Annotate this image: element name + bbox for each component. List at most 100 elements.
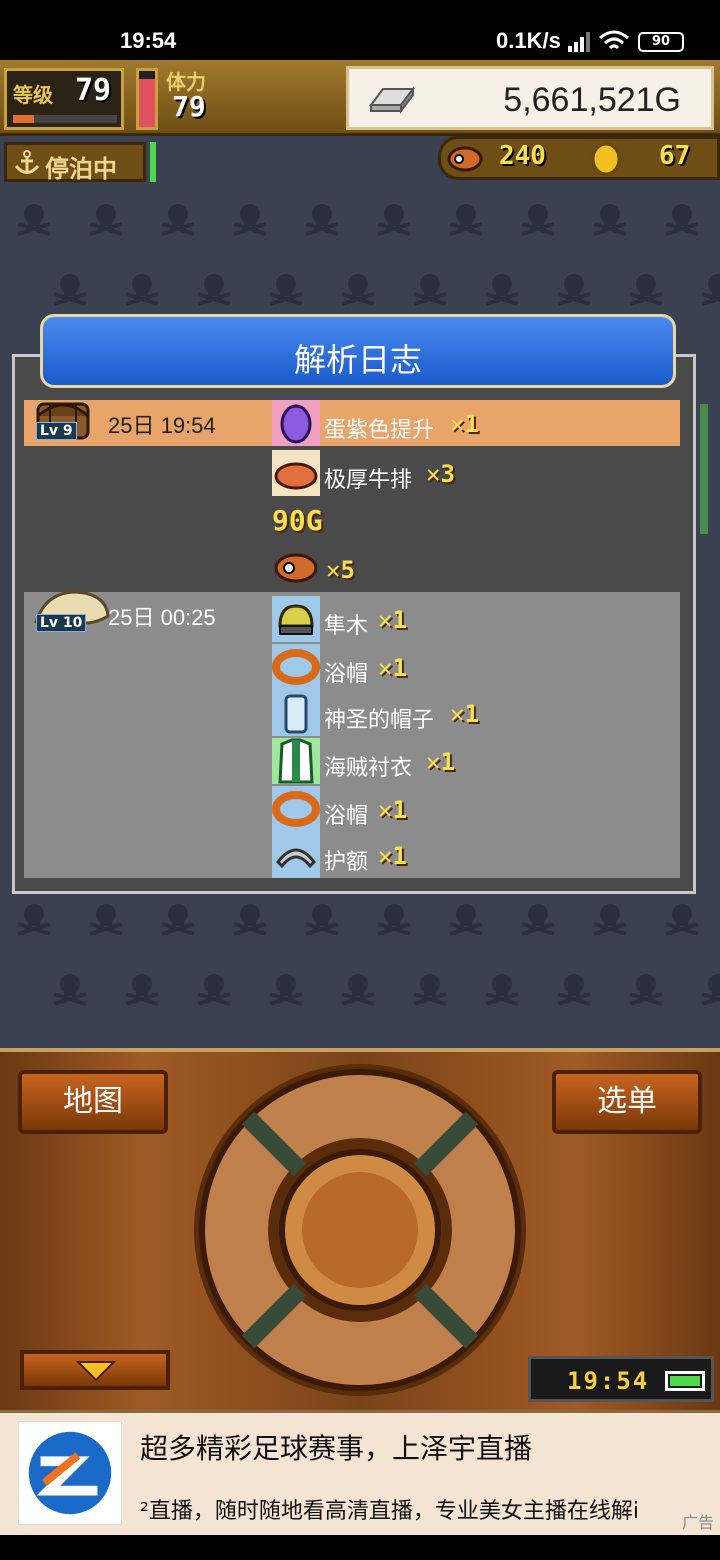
helmet-icon — [272, 596, 320, 642]
gold-reward: 90G — [272, 504, 323, 537]
status-time: 19:54 — [120, 28, 177, 53]
status-bar: 19:54 0.1K/s 90 — [0, 0, 720, 60]
entry-time: 25日 00:25 — [108, 605, 216, 630]
dpad-control[interactable] — [190, 1060, 530, 1400]
stamina-value: 79 — [172, 90, 206, 123]
skull-pattern-icon — [665, 204, 699, 236]
purple-egg-icon — [272, 400, 320, 446]
skull-pattern-icon — [17, 904, 51, 936]
level-progress-fill — [13, 115, 34, 123]
item-quantity: ✕1 — [378, 606, 407, 634]
skull-pattern-icon — [269, 974, 303, 1006]
battery-icon — [665, 1371, 705, 1391]
stamina-gauge-fill — [139, 79, 155, 127]
item-name: 护额 — [324, 850, 369, 875]
skull-pattern-icon — [125, 274, 159, 306]
level-label: 等级 — [13, 83, 53, 107]
game-clock: 19:54 — [528, 1356, 714, 1402]
skull-pattern-icon — [161, 204, 195, 236]
wifi-icon — [599, 30, 629, 50]
item-quantity: ✕1 — [378, 654, 407, 682]
item-quantity: ✕1 — [450, 410, 479, 438]
resource-bar: 240 67 — [438, 136, 720, 180]
bottom-bar — [0, 1535, 720, 1560]
skull-pattern-icon — [413, 974, 447, 1006]
game-clock-time: 19:54 — [567, 1367, 650, 1395]
skull-pattern-icon — [269, 274, 303, 306]
skull-pattern-icon — [521, 204, 555, 236]
item-name: 海贼衬衣 — [324, 756, 413, 781]
gold-amount: 5,661,521G — [503, 81, 681, 119]
skull-pattern-icon — [593, 204, 627, 236]
ad-body: ²直播，随时随地看高清直播，专业美女主播在线解i — [140, 1499, 639, 1524]
ad-banner[interactable]: 超多精彩足球赛事，上泽宇直播 ²直播，随时随地看高清直播，专业美女主播在线解i … — [0, 1410, 720, 1535]
skull-pattern-icon — [17, 204, 51, 236]
skull-pattern-icon — [89, 204, 123, 236]
map-button[interactable]: 地图 — [18, 1070, 168, 1134]
skull-pattern-icon — [449, 904, 483, 936]
menu-button[interactable]: 选单 — [552, 1070, 702, 1134]
anchor-icon — [14, 150, 40, 174]
skull-pattern-icon — [629, 274, 663, 306]
skull-pattern-icon — [233, 904, 267, 936]
skull-pattern-icon — [197, 274, 231, 306]
dock-status-text: 停泊中 — [45, 155, 117, 183]
skull-pattern-icon — [629, 974, 663, 1006]
headband-icon — [272, 832, 320, 878]
log-scrollbar[interactable] — [700, 404, 708, 534]
item-quantity: ✕1 — [426, 748, 455, 776]
silver-ingot-icon — [369, 86, 415, 114]
level-progress-bar — [13, 115, 117, 123]
skull-pattern-icon — [485, 274, 519, 306]
ad-tag: 广告 — [681, 1513, 714, 1532]
item-name: 神圣的帽子 — [324, 708, 435, 733]
skull-pattern-icon — [521, 904, 555, 936]
skull-pattern-icon — [125, 974, 159, 1006]
jar-icon — [272, 690, 320, 736]
network-speed: 0.1K/s — [496, 28, 561, 53]
entry-time: 25日 19:54 — [108, 413, 216, 438]
item-name: 浴帽 — [324, 804, 369, 829]
entry-level-tag: Lv 10 — [36, 614, 87, 632]
item-quantity: ✕1 — [378, 796, 407, 824]
item-name: 极厚牛排 — [324, 468, 413, 493]
skull-pattern-icon — [557, 274, 591, 306]
skull-pattern-icon — [485, 974, 519, 1006]
chevron-down-icon — [76, 1361, 116, 1382]
skull-pattern-icon — [701, 974, 720, 1006]
item-name: 蛋紫色提升 — [324, 418, 435, 443]
ring-icon — [272, 644, 320, 690]
skull-pattern-icon — [593, 904, 627, 936]
ring-icon — [272, 786, 320, 832]
skull-pattern-icon — [89, 904, 123, 936]
ad-logo-icon — [18, 1421, 122, 1525]
resource-b-value: 67 — [659, 141, 691, 171]
level-value: 79 — [75, 73, 112, 108]
analysis-log-header: 解析日志 — [40, 314, 676, 388]
skull-pattern-icon — [449, 204, 483, 236]
shirt-icon — [272, 738, 320, 784]
skull-pattern-icon — [53, 974, 87, 1006]
skull-pattern-icon — [305, 904, 339, 936]
resource-a-value: 240 — [499, 141, 546, 171]
dock-indicator — [150, 142, 156, 182]
skull-pattern-icon — [701, 274, 720, 306]
analysis-log-title: 解析日志 — [293, 341, 422, 379]
dock-status-badge: 停泊中 — [4, 142, 146, 183]
item-quantity: ✕5 — [326, 556, 355, 584]
skull-pattern-icon — [233, 204, 267, 236]
gold-panel[interactable]: 5,661,521G — [346, 66, 714, 130]
stamina-gauge — [136, 68, 158, 130]
item-quantity: ✕3 — [426, 460, 455, 488]
level-box: 等级 79 — [4, 68, 124, 130]
signal-icon — [568, 32, 590, 52]
skull-pattern-icon — [413, 274, 447, 306]
skull-pattern-icon — [341, 274, 375, 306]
battery-indicator: 90 — [638, 32, 684, 52]
collapse-button[interactable] — [20, 1350, 170, 1390]
item-quantity: ✕1 — [378, 842, 407, 870]
fish-icon — [447, 146, 483, 172]
gold-coin-icon — [591, 142, 621, 176]
skull-pattern-icon — [377, 204, 411, 236]
top-hud: 等级 79 体力 79 5,661,521G — [0, 60, 720, 136]
